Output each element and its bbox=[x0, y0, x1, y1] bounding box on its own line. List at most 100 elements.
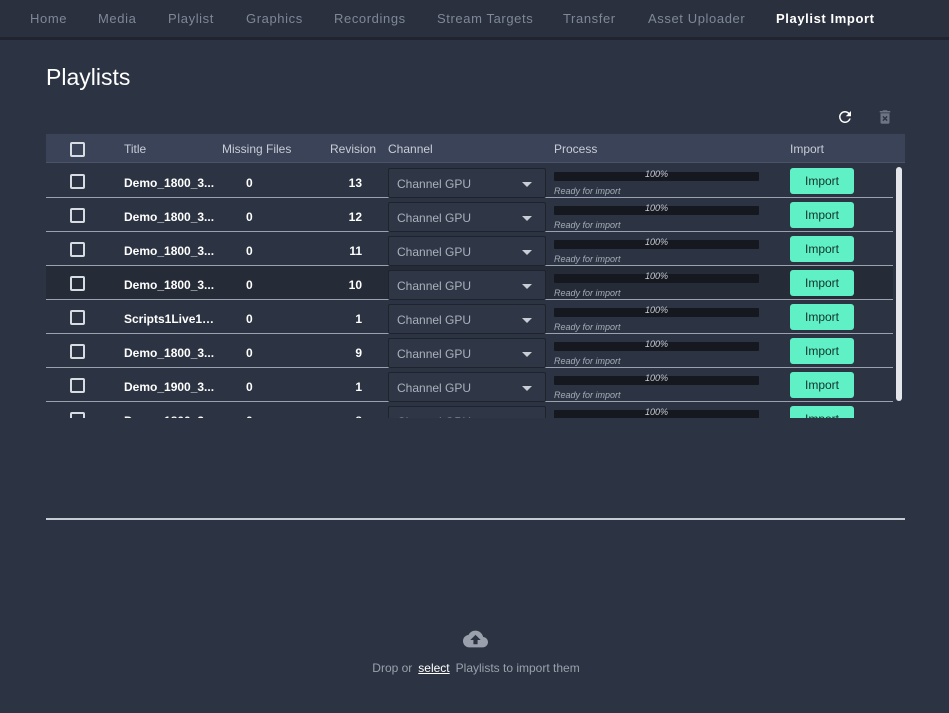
row-missing-files: 0 bbox=[246, 312, 253, 326]
tab-transfer[interactable]: Transfer bbox=[563, 11, 616, 26]
chevron-down-icon bbox=[522, 284, 532, 289]
row-missing-files: 0 bbox=[246, 244, 253, 258]
progress-percent: 100% bbox=[644, 237, 669, 247]
header-process: Process bbox=[554, 142, 598, 156]
tab-playlist-import[interactable]: Playlist Import bbox=[776, 11, 875, 26]
channel-select-value: Channel GPU bbox=[397, 381, 472, 395]
row-title: Demo_1800_3... bbox=[124, 278, 215, 292]
progress-percent: 100% bbox=[644, 169, 669, 179]
progress-percent: 100% bbox=[644, 305, 669, 315]
row-checkbox[interactable] bbox=[70, 310, 85, 325]
header-title[interactable]: Title bbox=[124, 142, 146, 156]
row-missing-files: 0 bbox=[246, 210, 253, 224]
channel-select[interactable]: Channel GPU bbox=[388, 202, 546, 232]
import-button[interactable]: Import bbox=[790, 168, 854, 194]
row-revision: 11 bbox=[349, 244, 362, 258]
channel-select-value: Channel GPU bbox=[397, 415, 471, 418]
progress-bar: 100% bbox=[554, 407, 759, 418]
channel-select-value: Channel GPU bbox=[397, 313, 472, 327]
tab-playlist[interactable]: Playlist bbox=[168, 11, 214, 26]
table-row[interactable]: Demo_1800_3... 0 9 Channel GPU 100% Read… bbox=[46, 334, 893, 368]
tab-asset-uploader[interactable]: Asset Uploader bbox=[648, 11, 745, 26]
tab-recordings[interactable]: Recordings bbox=[334, 11, 406, 26]
channel-select[interactable]: Channel GPU bbox=[388, 338, 546, 368]
channel-select-value: Channel GPU bbox=[397, 347, 472, 361]
header-revision[interactable]: Revision bbox=[330, 142, 376, 156]
row-missing-files: 0 bbox=[246, 380, 253, 394]
progress-percent: 100% bbox=[644, 339, 669, 349]
row-status: Ready for import bbox=[554, 356, 621, 366]
row-missing-files: 0 bbox=[246, 278, 253, 292]
tab-stream-targets[interactable]: Stream Targets bbox=[437, 11, 533, 26]
chevron-down-icon bbox=[522, 182, 532, 187]
header-channel: Channel bbox=[388, 142, 433, 156]
dropzone-suffix: Playlists to import them bbox=[455, 661, 580, 675]
row-title: Scripts1Live1S... bbox=[124, 312, 216, 326]
row-status: Ready for import bbox=[554, 390, 621, 400]
progress-bar: 100% bbox=[554, 203, 759, 215]
chevron-down-icon bbox=[522, 386, 532, 391]
table-row[interactable]: Demo_1800_3... 0 12 Channel GPU 100% Rea… bbox=[46, 198, 893, 232]
select-all-checkbox[interactable] bbox=[70, 142, 85, 157]
table-row[interactable]: Demo_1800_3... 0 11 Channel GPU 100% Rea… bbox=[46, 232, 893, 266]
channel-select[interactable]: Channel GPU bbox=[388, 270, 546, 300]
row-checkbox[interactable] bbox=[70, 276, 85, 291]
import-button[interactable]: Import bbox=[790, 338, 854, 364]
row-missing-files: 0 bbox=[246, 346, 253, 360]
divider bbox=[46, 518, 905, 520]
progress-bar: 100% bbox=[554, 339, 759, 351]
import-button[interactable]: Import bbox=[790, 202, 854, 228]
row-checkbox[interactable] bbox=[70, 412, 85, 418]
row-checkbox[interactable] bbox=[70, 174, 85, 189]
channel-select[interactable]: Channel GPU bbox=[388, 236, 546, 266]
row-status: Ready for import bbox=[554, 322, 621, 332]
chevron-down-icon bbox=[522, 352, 532, 357]
row-checkbox[interactable] bbox=[70, 208, 85, 223]
table-body[interactable]: Demo_1800_3... 0 13 Channel GPU 100% Rea… bbox=[46, 164, 905, 418]
row-status: Ready for import bbox=[554, 220, 621, 230]
channel-select[interactable]: Channel GPU bbox=[388, 372, 546, 402]
header-import: Import bbox=[790, 142, 825, 156]
table-row[interactable]: Demo_1900_3... 0 1 Channel GPU 100% Read… bbox=[46, 368, 893, 402]
progress-bar: 100% bbox=[554, 271, 759, 283]
row-title: Demo_1800_3... bbox=[124, 346, 215, 360]
table-row[interactable]: Demo_1800_3... 0 10 Channel GPU 100% Rea… bbox=[46, 266, 893, 300]
row-checkbox[interactable] bbox=[70, 344, 85, 359]
import-button[interactable]: Import bbox=[790, 304, 854, 330]
chevron-down-icon bbox=[522, 318, 532, 323]
import-button[interactable]: Import bbox=[790, 406, 854, 418]
select-files-link[interactable]: select bbox=[418, 661, 449, 675]
channel-select[interactable]: Channel GPU bbox=[388, 406, 546, 418]
progress-percent: 100% bbox=[644, 203, 669, 213]
import-button[interactable]: Import bbox=[790, 236, 854, 262]
row-revision: 13 bbox=[348, 176, 362, 190]
row-checkbox[interactable] bbox=[70, 242, 85, 257]
row-revision: 10 bbox=[348, 278, 362, 292]
row-checkbox[interactable] bbox=[70, 378, 85, 393]
channel-select[interactable]: Channel GPU bbox=[388, 168, 546, 198]
tab-graphics[interactable]: Graphics bbox=[246, 11, 303, 26]
tab-home[interactable]: Home bbox=[30, 11, 67, 26]
table-row[interactable]: Demo_1800_3... 0 13 Channel GPU 100% Rea… bbox=[46, 164, 893, 198]
channel-select[interactable]: Channel GPU bbox=[388, 304, 546, 334]
import-button[interactable]: Import bbox=[790, 270, 854, 296]
channel-select-value: Channel GPU bbox=[397, 245, 472, 259]
refresh-icon[interactable] bbox=[836, 108, 854, 126]
table-row[interactable]: Demo_1800_3... 0 8 Channel GPU 100% Read… bbox=[46, 402, 893, 418]
chevron-down-icon bbox=[522, 216, 532, 221]
chevron-down-icon bbox=[522, 250, 532, 255]
channel-select-value: Channel GPU bbox=[397, 177, 472, 191]
table-row[interactable]: Scripts1Live1S... 0 1 Channel GPU 100% R… bbox=[46, 300, 893, 334]
progress-bar: 100% bbox=[554, 305, 759, 317]
import-button[interactable]: Import bbox=[790, 372, 854, 398]
top-nav: Home Media Playlist Graphics Recordings … bbox=[0, 0, 949, 40]
row-title: Demo_1900_3... bbox=[124, 380, 215, 394]
progress-bar: 100% bbox=[554, 373, 759, 385]
delete-icon[interactable] bbox=[876, 108, 894, 126]
tab-media[interactable]: Media bbox=[98, 11, 136, 26]
row-revision: 1 bbox=[355, 312, 362, 326]
header-missing-files[interactable]: Missing Files bbox=[222, 142, 291, 156]
table-header: Title Missing Files Revision Channel Pro… bbox=[46, 134, 905, 163]
row-title: Demo_1800_3... bbox=[124, 210, 215, 224]
scrollbar-thumb[interactable] bbox=[896, 167, 902, 401]
